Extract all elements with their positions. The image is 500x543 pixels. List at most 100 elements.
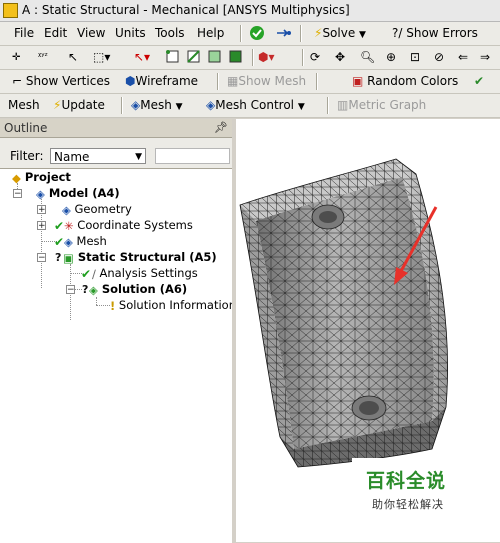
- metric-graph-button[interactable]: ▥Metric Graph: [337, 97, 426, 114]
- show-mesh-button[interactable]: ▦Show Mesh: [227, 73, 306, 90]
- zoom-icon[interactable]: 🔍︎: [360, 49, 375, 66]
- select-mode-icon[interactable]: ⬚▾: [93, 49, 110, 66]
- solve-button[interactable]: ⚡Solve ▼: [314, 25, 366, 42]
- mesh-icon: ▦: [227, 74, 239, 88]
- menu-units[interactable]: Units: [115, 25, 146, 42]
- chevron-down-icon: ▼: [175, 102, 183, 112]
- status-question-icon: ?: [55, 251, 62, 264]
- tree-node-analysis-settings-label: Analysis Settings: [99, 266, 198, 280]
- toolbar-separator: [240, 25, 242, 42]
- tree-node-mesh-label: Mesh: [76, 234, 107, 248]
- zoom-fit-icon[interactable]: ⊡: [410, 49, 420, 66]
- random-colors-button[interactable]: ▣ Random Colors: [352, 73, 458, 90]
- show-vertices-button[interactable]: ⌐ Show Vertices: [12, 73, 110, 90]
- mesh-control-label: Mesh Control: [215, 98, 295, 112]
- pan-icon[interactable]: ✥: [335, 49, 345, 66]
- tree-node-coordinate-systems-label: Coordinate Systems: [77, 218, 193, 232]
- collapse-solution-icon[interactable]: −: [66, 285, 75, 295]
- tree-node-solution-information-label: Solution Information: [118, 298, 232, 312]
- coordinate-axes-icon: ✳: [64, 218, 74, 233]
- tree-node-coordinate-systems[interactable]: ✳ Coordinate Systems: [64, 217, 193, 233]
- mesh-control-button[interactable]: ◈Mesh Control ▼: [206, 97, 305, 114]
- menu-file[interactable]: File: [14, 25, 34, 42]
- vertex-select-icon[interactable]: ✛: [12, 49, 20, 66]
- filter-search-input[interactable]: [155, 148, 230, 164]
- filter-label: Filter:: [10, 149, 44, 163]
- rotate-select-icon[interactable]: ↖: [68, 49, 78, 66]
- random-colors-label: Random Colors: [367, 74, 459, 88]
- collapse-static-structural-icon[interactable]: −: [37, 253, 46, 263]
- select-vertex-icon[interactable]: [165, 49, 181, 65]
- mesh-control-icon: ◈: [206, 98, 216, 112]
- tree-node-project-label: Project: [24, 170, 71, 184]
- menu-toolbar: File Edit View Units Tools Help ⚡Solve ▼…: [0, 22, 500, 46]
- bottom-hole-inner: [359, 401, 379, 415]
- rotate-icon[interactable]: ⟳: [310, 49, 320, 66]
- filter-select-value: Name: [54, 150, 90, 164]
- geometry-icon: ◈: [62, 202, 71, 217]
- mesh-icon: ◈: [64, 234, 73, 249]
- wireframe-icon: ⬢: [125, 74, 136, 88]
- tree-node-project[interactable]: ◆ Project: [12, 169, 71, 185]
- filter-bar: Filter: Name ▼: [0, 145, 232, 167]
- menu-help[interactable]: Help: [197, 25, 224, 42]
- tree-node-static-structural[interactable]: ▣ Static Structural (A5): [63, 249, 217, 265]
- tree-arrow-icon[interactable]: [276, 25, 292, 41]
- show-errors-button[interactable]: ?/ Show Errors: [392, 25, 478, 42]
- graphics-toolbar: ✛ ᵡʸᶻ ↖ ⬚▾ ↖▾ ⬢▾ ⟳ ✥ 🔍︎ ⊕ ⊡ ⊘ ⇐ ⇒: [0, 46, 500, 70]
- magnifier-icon[interactable]: ⊘: [434, 49, 444, 66]
- menu-edit[interactable]: Edit: [44, 25, 67, 42]
- pin-icon[interactable]: 📌︎: [214, 121, 228, 134]
- filter-select[interactable]: Name ▼: [50, 148, 146, 164]
- tree-node-solution-label: Solution (A6): [101, 282, 188, 296]
- previous-view-icon[interactable]: ⇐: [458, 49, 468, 66]
- mesh-dropdown-button[interactable]: ◈Mesh ▼: [131, 97, 183, 114]
- toolbar-separator: [252, 49, 254, 66]
- title-bar: A : Static Structural - Mechanical [ANSY…: [0, 0, 500, 22]
- wireframe-button[interactable]: ⬢Wireframe: [125, 73, 198, 90]
- select-face-icon[interactable]: [207, 49, 223, 65]
- tree-node-solution[interactable]: ◈ Solution (A6): [89, 281, 187, 297]
- watermark-title: 百科全说: [366, 470, 447, 492]
- solution-icon: ◈: [89, 282, 98, 297]
- menu-view[interactable]: View: [77, 25, 105, 42]
- xyz-icon[interactable]: ᵡʸᶻ: [38, 49, 48, 66]
- collapse-model-icon[interactable]: −: [13, 189, 22, 199]
- show-vertices-label: Show Vertices: [25, 74, 110, 88]
- status-question-icon: ?: [82, 283, 89, 296]
- toolbar-separator: [300, 25, 302, 42]
- annotation-icon[interactable]: ✔: [474, 73, 484, 90]
- toolbar-separator: [217, 73, 219, 90]
- status-check-icon: ✔: [81, 267, 92, 281]
- status-check-icon: ✔: [54, 219, 65, 233]
- expand-geometry-icon[interactable]: +: [37, 205, 46, 215]
- bar-chart-icon: ▥: [337, 98, 349, 112]
- tree-node-solution-information[interactable]: ! Solution Information: [110, 297, 232, 313]
- next-view-icon[interactable]: ⇒: [480, 49, 490, 66]
- select-edge-icon[interactable]: [186, 49, 202, 65]
- select-body-icon[interactable]: [228, 49, 244, 65]
- wireframe-label: Wireframe: [135, 74, 199, 88]
- box-zoom-icon[interactable]: ⊕: [386, 49, 396, 66]
- window-title: A : Static Structural - Mechanical [ANSY…: [22, 3, 350, 17]
- chevron-down-icon: ▼: [297, 102, 305, 112]
- clear-selection-icon[interactable]: ⬢▾: [258, 49, 275, 66]
- select-pointer-icon[interactable]: ↖▾: [134, 49, 150, 66]
- show-mesh-label: Show Mesh: [238, 74, 307, 88]
- toolbar-separator: [327, 97, 329, 114]
- check-icon[interactable]: [249, 25, 265, 41]
- outline-title: Outline: [4, 121, 48, 135]
- tree-node-analysis-settings[interactable]: ∕ Analysis Settings: [92, 265, 198, 281]
- model-cube-icon: ◈: [36, 186, 45, 201]
- tree-node-geometry[interactable]: ◈ Geometry: [62, 201, 132, 217]
- expand-coordinate-systems-icon[interactable]: +: [37, 221, 46, 231]
- status-check-icon: ✔: [54, 235, 65, 249]
- update-button[interactable]: ⚡Update: [53, 97, 105, 114]
- tree-node-mesh[interactable]: ◈ Mesh: [64, 233, 107, 249]
- tree-node-model[interactable]: ◈ Model (A4): [36, 185, 120, 201]
- ansys-app-icon: [3, 3, 18, 18]
- chevron-down-icon: ▼: [359, 30, 366, 40]
- palette-icon: ▣: [352, 74, 364, 88]
- toolbar-separator: [316, 73, 318, 90]
- menu-tools[interactable]: Tools: [155, 25, 185, 42]
